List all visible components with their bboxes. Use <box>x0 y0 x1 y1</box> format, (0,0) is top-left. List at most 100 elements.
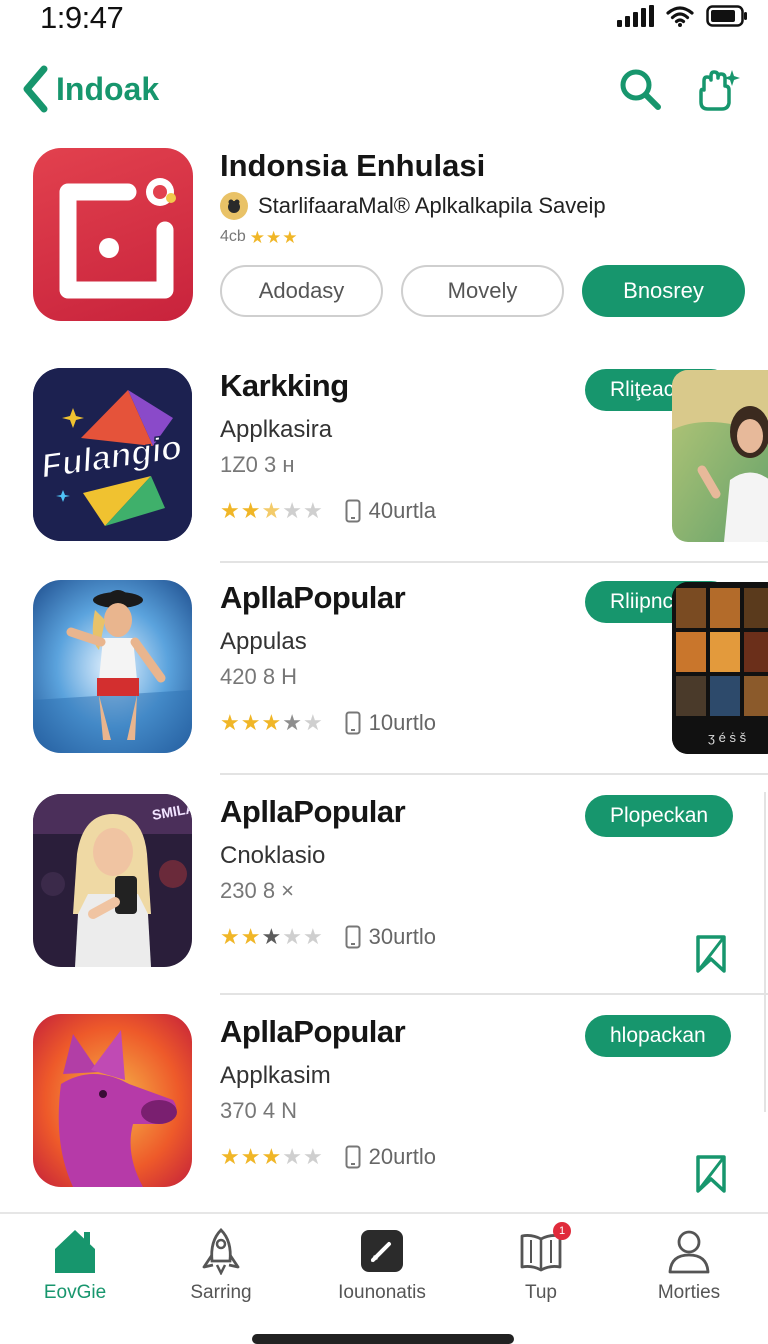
star-empty-icon: ★ <box>302 498 323 523</box>
star-empty-icon: ★ <box>302 924 323 949</box>
app-stats: ★ ★ ★ ★ ★ 10urtlo <box>220 710 436 736</box>
star-icon: ★ <box>266 227 282 247</box>
tab-label: EovGie <box>43 1282 107 1303</box>
app-stats: ★ ★ ★ ★ ★ 40urtla <box>220 498 436 524</box>
edit-icon <box>361 1230 403 1272</box>
app-category: Applkasira <box>220 416 333 443</box>
tab-label: Morties <box>657 1282 721 1303</box>
app-icon: SMILAN <box>33 794 192 967</box>
back-label: Indoak <box>56 70 160 107</box>
star-empty-icon: ★ <box>282 924 302 949</box>
app-size-text: 40urtla <box>368 498 436 523</box>
star-half-icon: ★ <box>282 710 302 735</box>
star-icon: ★ <box>240 498 261 523</box>
featured-developer: StarlifaaraMal® Aplkalkapila Saveip <box>220 192 606 220</box>
app-size-text: 20urtlo <box>368 1144 436 1169</box>
search-icon <box>620 69 661 110</box>
star-icon: ★ <box>220 710 240 735</box>
bookmark-icon <box>696 935 726 973</box>
star-half-icon: ★ <box>261 924 282 949</box>
home-icon <box>55 1230 95 1273</box>
phone-icon <box>345 1145 361 1169</box>
featured-actions: Adodasy Movely Bnosrey <box>220 265 745 317</box>
app-size-text: 10urtlo <box>368 710 436 735</box>
app-size-text: 30urtlo <box>368 924 436 949</box>
rating-stars: ★ ★ ★ ★ ★ <box>220 926 323 948</box>
tab-label: Sarring <box>190 1282 252 1303</box>
row-divider <box>220 773 768 775</box>
star-icon: ★ <box>261 1144 282 1169</box>
signal-icon <box>617 5 654 27</box>
get-button[interactable]: hlopackan <box>585 1015 731 1057</box>
thumbnail-caption: ӡ é ṡ š <box>708 730 747 745</box>
app-category: Cnoklasio <box>220 842 326 869</box>
app-meta: 420 8 H <box>220 664 298 689</box>
bookmark-button[interactable] <box>693 934 729 979</box>
row-divider <box>220 993 768 995</box>
tab-tup[interactable]: 1 Tup <box>466 1222 616 1304</box>
back-button[interactable]: Indoak <box>18 64 159 114</box>
star-icon: ★ <box>220 1144 240 1169</box>
featured-stars: ★ ★ ★ <box>250 229 298 246</box>
developer-name: StarlifaaraMal® Aplkalkapila Saveip <box>258 193 606 218</box>
bnosrey-button[interactable]: Bnosrey <box>582 265 745 317</box>
tab-sarring[interactable]: Sarring <box>146 1226 296 1304</box>
app-size: 20urtlo <box>345 1144 436 1170</box>
featured-app[interactable]: Indonsia Enhulasi StarlifaaraMal® Aplkal… <box>0 140 768 340</box>
wishlist-button[interactable] <box>694 66 742 117</box>
app-icon: Fulangio <box>33 368 192 541</box>
star-empty-icon: ★ <box>282 1144 302 1169</box>
developer-avatar <box>220 192 248 220</box>
featured-app-icon <box>33 148 193 321</box>
movely-button[interactable]: Movely <box>401 265 564 317</box>
list-item[interactable]: SMILAN ApllaPopular Cnoklasio 230 8 × ★ ★… <box>0 786 768 996</box>
star-half-icon: ★ <box>261 498 282 523</box>
app-stats: ★ ★ ★ ★ ★ 20urtlo <box>220 1144 436 1170</box>
app-category: Applkasim <box>220 1062 331 1089</box>
wifi-icon <box>666 6 694 27</box>
app-preview-thumbnail[interactable] <box>672 370 768 542</box>
phone-icon <box>345 711 361 735</box>
notification-badge: 1 <box>553 1222 571 1240</box>
tab-morties[interactable]: Morties <box>614 1226 764 1304</box>
phone-icon <box>345 925 361 949</box>
app-meta: 370 4 N <box>220 1098 298 1123</box>
person-icon <box>668 1230 710 1274</box>
app-size: 30urtlo <box>345 924 436 950</box>
tab-label: Tup <box>524 1282 558 1303</box>
app-category: Appulas <box>220 628 307 655</box>
status-bar: 1:9:47 <box>0 0 768 40</box>
adodasy-button[interactable]: Adodasy <box>220 265 383 317</box>
nav-bar: Indoak <box>0 58 768 122</box>
star-icon: ★ <box>220 498 240 523</box>
tab-label: Iounonatis <box>338 1282 426 1303</box>
star-icon: ★ <box>249 227 266 247</box>
sparkle-hand-icon <box>699 70 740 111</box>
rating-stars: ★ ★ ★ ★ ★ <box>220 1146 323 1168</box>
app-size: 10urtlo <box>345 710 436 736</box>
phone-icon <box>345 499 361 523</box>
home-indicator[interactable] <box>252 1334 514 1344</box>
star-icon: ★ <box>261 710 282 735</box>
app-icon <box>33 1014 192 1187</box>
list-item[interactable]: ApllaPopular Appulas 420 8 H ★ ★ ★ ★ ★ 10urt… <box>0 572 768 782</box>
star-icon: ★ <box>240 1144 261 1169</box>
search-button[interactable] <box>617 66 663 117</box>
app-preview-thumbnail[interactable]: ӡ é ṡ š <box>672 582 768 754</box>
app-name: ApllaPopular <box>220 580 406 615</box>
featured-title: Indonsia Enhulasi <box>220 148 486 183</box>
row-divider <box>220 561 768 563</box>
app-name: Karkking <box>220 368 349 403</box>
bookmark-icon <box>696 1155 726 1193</box>
tab-iounonatis[interactable]: Iounonatis <box>307 1226 457 1304</box>
app-icon <box>33 580 192 753</box>
star-icon: ★ <box>282 227 298 247</box>
list-item[interactable]: ApllaPopular Applkasim 370 4 N ★ ★ ★ ★ ★ 20u… <box>0 1006 768 1216</box>
app-meta: 1Z0 3 н <box>220 452 295 477</box>
app-name: ApllaPopular <box>220 1014 406 1049</box>
star-empty-icon: ★ <box>302 710 323 735</box>
list-item[interactable]: Fulangio Karkking Applkasira 1Z0 3 н ★ ★ ★… <box>0 360 768 570</box>
tab-home[interactable]: EovGie <box>0 1226 150 1304</box>
bookmark-button[interactable] <box>693 1154 729 1199</box>
get-button[interactable]: Plopeckan <box>585 795 734 837</box>
